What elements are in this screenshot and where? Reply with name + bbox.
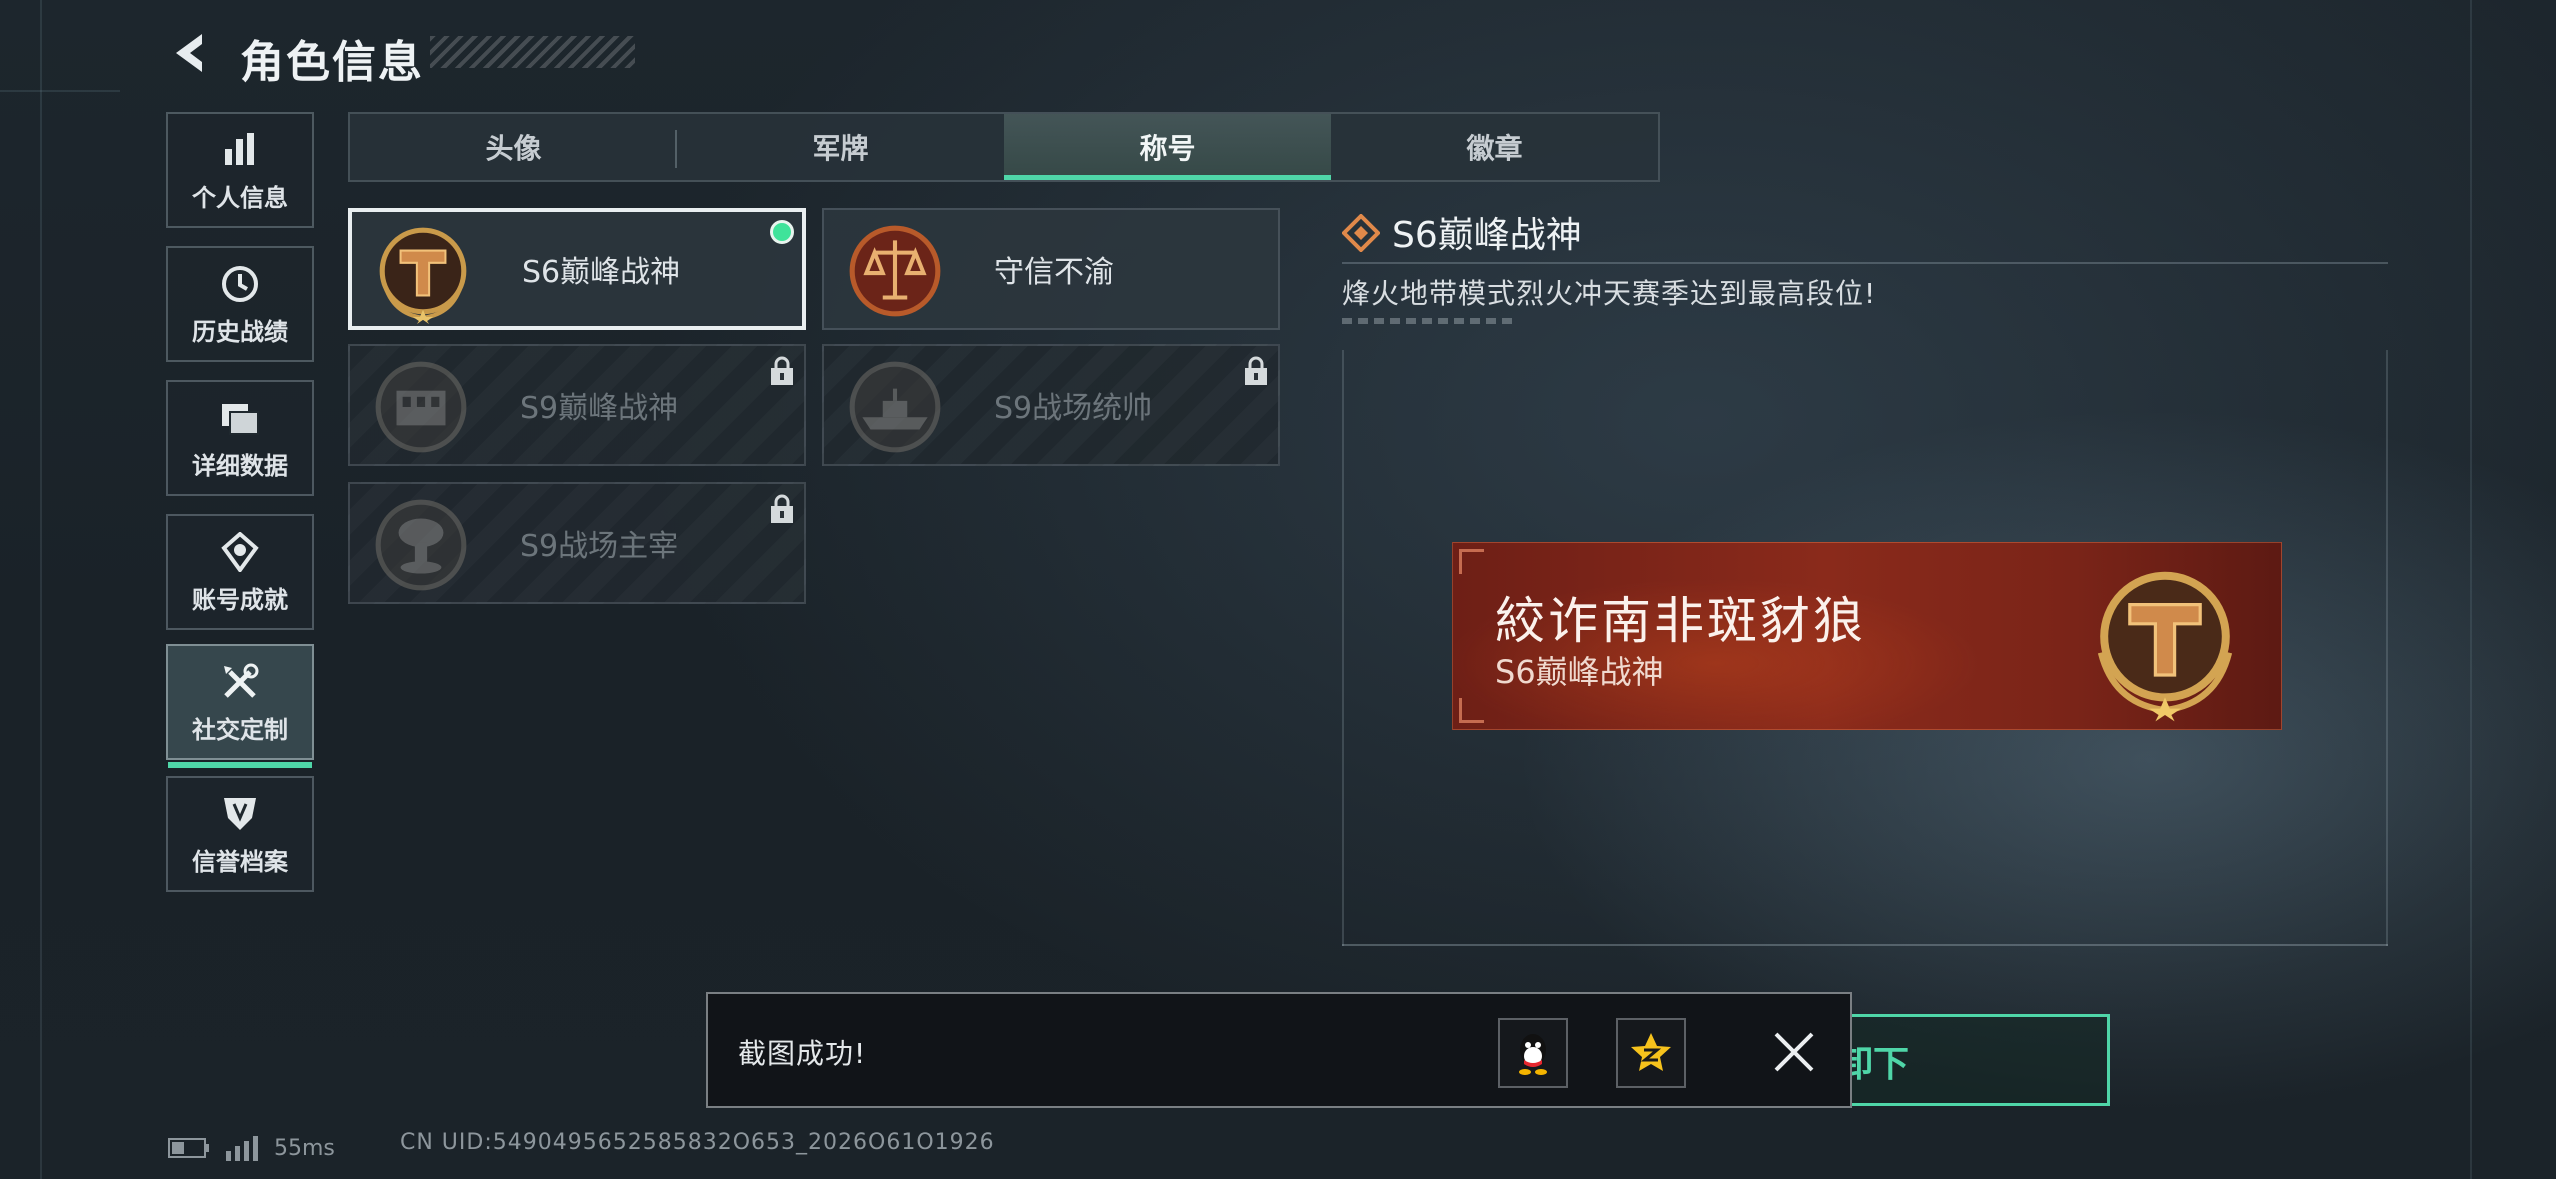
share-qq-button[interactable] — [1498, 1018, 1568, 1088]
toast-message: 截图成功! — [738, 1037, 867, 1070]
detail-subtext-placeholder — [1342, 318, 1512, 324]
back-button[interactable] — [168, 30, 214, 76]
divider — [1342, 944, 2388, 946]
share-qzone-button[interactable] — [1616, 1018, 1686, 1088]
qzone-icon — [1631, 1033, 1671, 1071]
diamond-icon — [1342, 214, 1380, 252]
sidebar-item-label: 个人信息 — [192, 183, 288, 212]
qq-icon — [1519, 1034, 1547, 1075]
player-name: 絞诈南非斑豺狼 — [1495, 592, 1866, 650]
tab-dogtag[interactable]: 军牌 — [677, 114, 1004, 180]
bg-gridline — [0, 90, 120, 92]
detail-title-name: S6巅峰战神 — [1392, 215, 1582, 256]
status-bar: 55ms — [168, 1128, 335, 1168]
laurel-emblem-icon — [379, 227, 467, 324]
sidebar-item-detailed-data[interactable]: 详细数据 — [166, 380, 314, 496]
bg-gridline — [40, 0, 42, 1179]
shield-icon — [218, 792, 262, 836]
signal-icon — [226, 1136, 258, 1161]
title-decoration — [430, 36, 635, 68]
sidebar-item-label: 社交定制 — [192, 715, 288, 744]
detail-description: 烽火地带模式烈火冲天赛季达到最高段位! — [1342, 277, 1877, 310]
mushroom-cloud-emblem-icon — [375, 499, 467, 591]
ping-value: 55ms — [274, 1135, 335, 1161]
nameplate-preview: 絞诈南非斑豺狼 S6巅峰战神 — [1452, 542, 2282, 730]
user-uid: CN UID:5490495652585832O653_2026O61O1926 — [400, 1130, 995, 1155]
sidebar-item-label: 信誉档案 — [192, 847, 288, 876]
sidebar-item-profile[interactable]: 个人信息 — [166, 112, 314, 228]
battery-icon — [168, 1138, 209, 1158]
building-emblem-icon — [375, 361, 467, 453]
medal-icon — [218, 530, 262, 574]
tools-icon — [218, 660, 262, 704]
folder-icon — [218, 396, 262, 440]
laurel-emblem-icon — [2097, 571, 2233, 722]
nameplate-corner — [1459, 698, 1484, 723]
title-name: S9巅峰战神 — [520, 391, 679, 426]
tab-label: 头像 — [485, 132, 542, 165]
tab-avatar[interactable]: 头像 — [350, 114, 677, 180]
sidebar-item-credit-record[interactable]: 信誉档案 — [166, 776, 314, 892]
close-icon[interactable] — [1764, 1022, 1824, 1082]
tab-badge[interactable]: 徽章 — [1331, 114, 1658, 180]
active-indicator — [168, 762, 312, 768]
title-card[interactable]: S6巅峰战神 — [348, 208, 806, 330]
title-name: 守信不渝 — [994, 255, 1114, 290]
sidebar-item-label: 详细数据 — [192, 451, 288, 480]
bg-gridline — [2470, 0, 2472, 1179]
tab-label: 军牌 — [812, 132, 869, 165]
clock-icon — [218, 262, 262, 306]
divider — [1342, 262, 2388, 264]
page-title: 角色信息 — [240, 37, 424, 88]
sidebar-item-social-custom[interactable]: 社交定制 — [166, 644, 314, 768]
sidebar-item-label: 账号成就 — [192, 585, 288, 614]
title-name: S9战场主宰 — [520, 529, 679, 564]
tab-title[interactable]: 称号 — [1004, 114, 1331, 180]
title-card[interactable]: S9战场主宰 — [348, 482, 806, 604]
lock-icon — [771, 494, 793, 523]
tab-bar: 头像 军牌 称号 徽章 — [348, 112, 1660, 182]
back-arrow-icon — [176, 34, 202, 72]
tab-label: 徽章 — [1466, 132, 1523, 165]
sidebar-item-label: 历史战绩 — [192, 317, 288, 346]
nameplate-title: S6巅峰战神 — [1495, 653, 1664, 691]
lock-icon — [771, 356, 793, 385]
title-name: S9战场统帅 — [994, 391, 1153, 426]
scales-emblem-icon — [849, 225, 941, 317]
screenshot-toast: 截图成功! — [706, 992, 1852, 1108]
title-card[interactable]: S9战场统帅 — [822, 344, 1280, 466]
title-card[interactable]: S9巅峰战神 — [348, 344, 806, 466]
title-name: S6巅峰战神 — [522, 255, 681, 290]
nameplate-corner — [1459, 549, 1484, 574]
sidebar-item-history[interactable]: 历史战绩 — [166, 246, 314, 362]
tab-label: 称号 — [1139, 132, 1196, 165]
warship-emblem-icon — [849, 361, 941, 453]
sidebar-item-achievements[interactable]: 账号成就 — [166, 514, 314, 630]
equipped-indicator — [770, 220, 794, 244]
lock-icon — [1245, 356, 1267, 385]
bar-chart-icon — [218, 128, 262, 172]
title-card[interactable]: 守信不渝 — [822, 208, 1280, 330]
